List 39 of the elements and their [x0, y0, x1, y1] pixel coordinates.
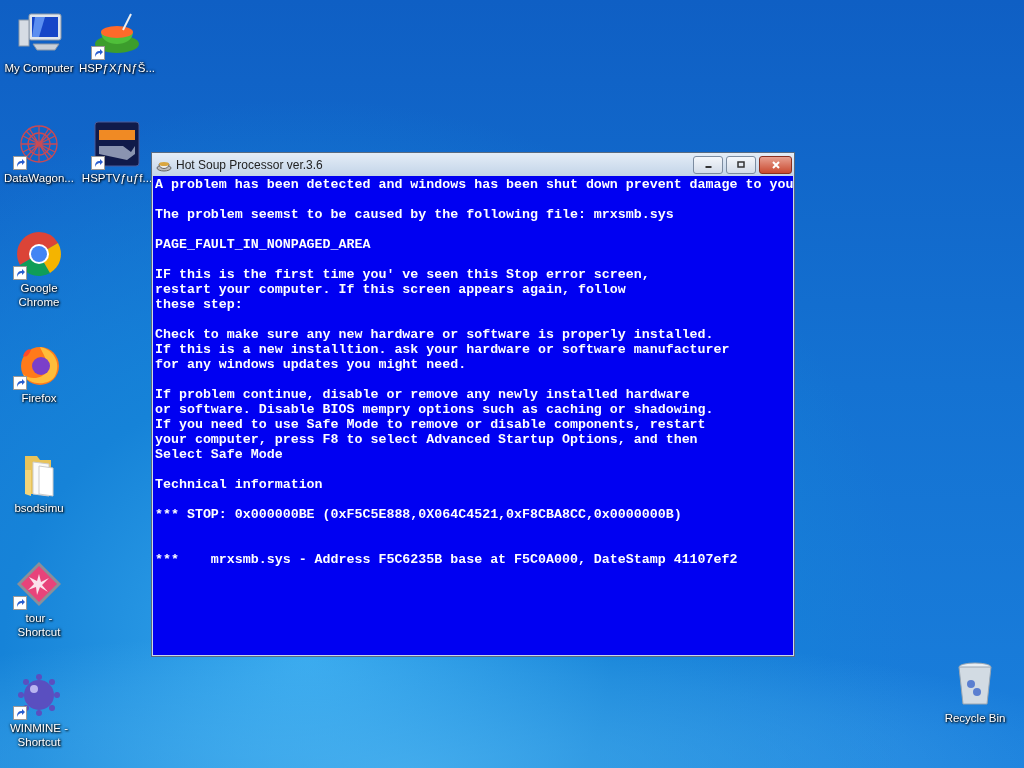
- desktop-icon[interactable]: Google Chrome: [4, 230, 74, 309]
- icon-label: WINMINE - Shortcut: [8, 721, 70, 749]
- window-title: Hot Soup Processor ver.3.6: [176, 157, 324, 172]
- icon-label: Recycle Bin: [944, 711, 1006, 725]
- icon-label: DataWagon...: [4, 171, 74, 185]
- desktop-icon[interactable]: DataWagon...: [4, 120, 74, 185]
- error-text: *** STOP: 0x000000BE (0xF5C5E888,0X064C4521,0xF8CBA8CC,0x0000000B): [155, 507, 682, 522]
- desktop-icon[interactable]: HSPƒXƒNƒŠ...: [78, 10, 156, 75]
- error-text: Check to make sure any new hardware or software is properly installed. If this is a new installtion. ask your hardware or software manufacturer for any windows updates you might need.: [155, 327, 730, 372]
- maximize-button[interactable]: [726, 155, 756, 174]
- icon-label: My Computer: [4, 61, 74, 75]
- desktop-icon[interactable]: tour - Shortcut: [4, 560, 74, 639]
- error-text: PAGE_FAULT_IN_NONPAGED_AREA: [155, 237, 371, 252]
- desktop-icon[interactable]: bsodsimu: [14, 450, 64, 515]
- icon-label: Firefox: [21, 391, 57, 405]
- star-burst-icon: [15, 560, 63, 608]
- desktop-icon[interactable]: My Computer: [4, 10, 74, 75]
- minimize-button[interactable]: [693, 155, 723, 174]
- desktop-icon[interactable]: HSPTVƒuƒf...: [81, 120, 153, 185]
- minimize-icon: [704, 166, 712, 168]
- maximize-icon: [736, 159, 746, 170]
- error-text: The problem seemst to be caused by the following file: mrxsmb.sys: [155, 207, 674, 222]
- close-button[interactable]: [759, 155, 792, 174]
- error-text: Technical information: [155, 477, 323, 492]
- error-text: If problem continue, disable or remove any newly installed hardware or software. Disable BIOS mempry options such as caching or shadowing. If you need to use Safe Mode to remove or disable components, restart your computer, press F8 to select Advanced Startup Options, and then Select Safe Mode: [155, 387, 714, 462]
- app-logo-icon: [93, 120, 141, 168]
- icon-label: bsodsimu: [14, 501, 64, 515]
- desktop-icon[interactable]: Firefox: [15, 340, 63, 405]
- icon-label: HSPTVƒuƒf...: [81, 171, 153, 185]
- icon-label: Google Chrome: [17, 281, 61, 309]
- close-icon: [770, 159, 781, 170]
- icon-label: HSPƒXƒNƒŠ...: [78, 61, 156, 75]
- desktop-icon[interactable]: WINMINE - Shortcut: [4, 670, 74, 749]
- error-text: IF this is the first time you' ve seen this Stop error screen, restart your computer. If this screen appears again, follow these step:: [155, 267, 650, 312]
- icon-label: tour - Shortcut: [16, 611, 62, 639]
- module-line: *** mrxsmb.sys - Address F5C6235B base at F5C0A000, DateStamp 41107ef2: [155, 552, 738, 567]
- desktop-icon[interactable]: Recycle Bin: [944, 660, 1006, 725]
- error-text: A problem has been detected and windows has been shut down prevent damage to you: [155, 177, 793, 192]
- browser-icon: [15, 230, 63, 278]
